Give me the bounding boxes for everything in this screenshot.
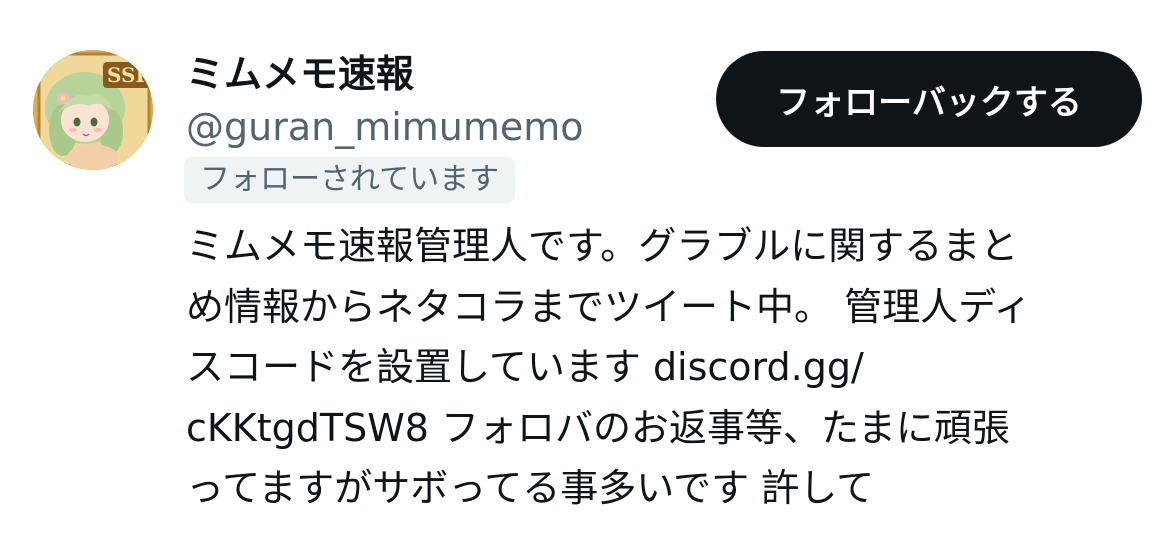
bio-line: ミムメモ速報管理人です。グラブルに関するまと: [186, 224, 1019, 268]
bio-line: cKKtgdTSW8 フォロバのお返事等、たまに頑張: [186, 405, 1010, 450]
profile-bio: ミムメモ速報管理人です。グラブルに関するまと め情報からネタコラまでツイート中。…: [186, 216, 1126, 519]
ssr-badge-text: SSR: [107, 63, 153, 87]
display-name: ミムメモ速報: [186, 52, 415, 96]
avatar[interactable]: SSR: [33, 50, 153, 170]
user-handle: @guran_mimumemo: [186, 105, 584, 149]
bio-line: スコードを設置しています discord.gg/: [186, 345, 864, 389]
follow-back-button[interactable]: フォローバックする: [716, 51, 1142, 147]
follows-you-badge: フォローされています: [184, 157, 516, 203]
bio-line: ってますがサボってる事多いです 許して: [186, 466, 875, 510]
bio-line: め情報からネタコラまでツイート中。 管理人ディ: [186, 284, 1032, 329]
